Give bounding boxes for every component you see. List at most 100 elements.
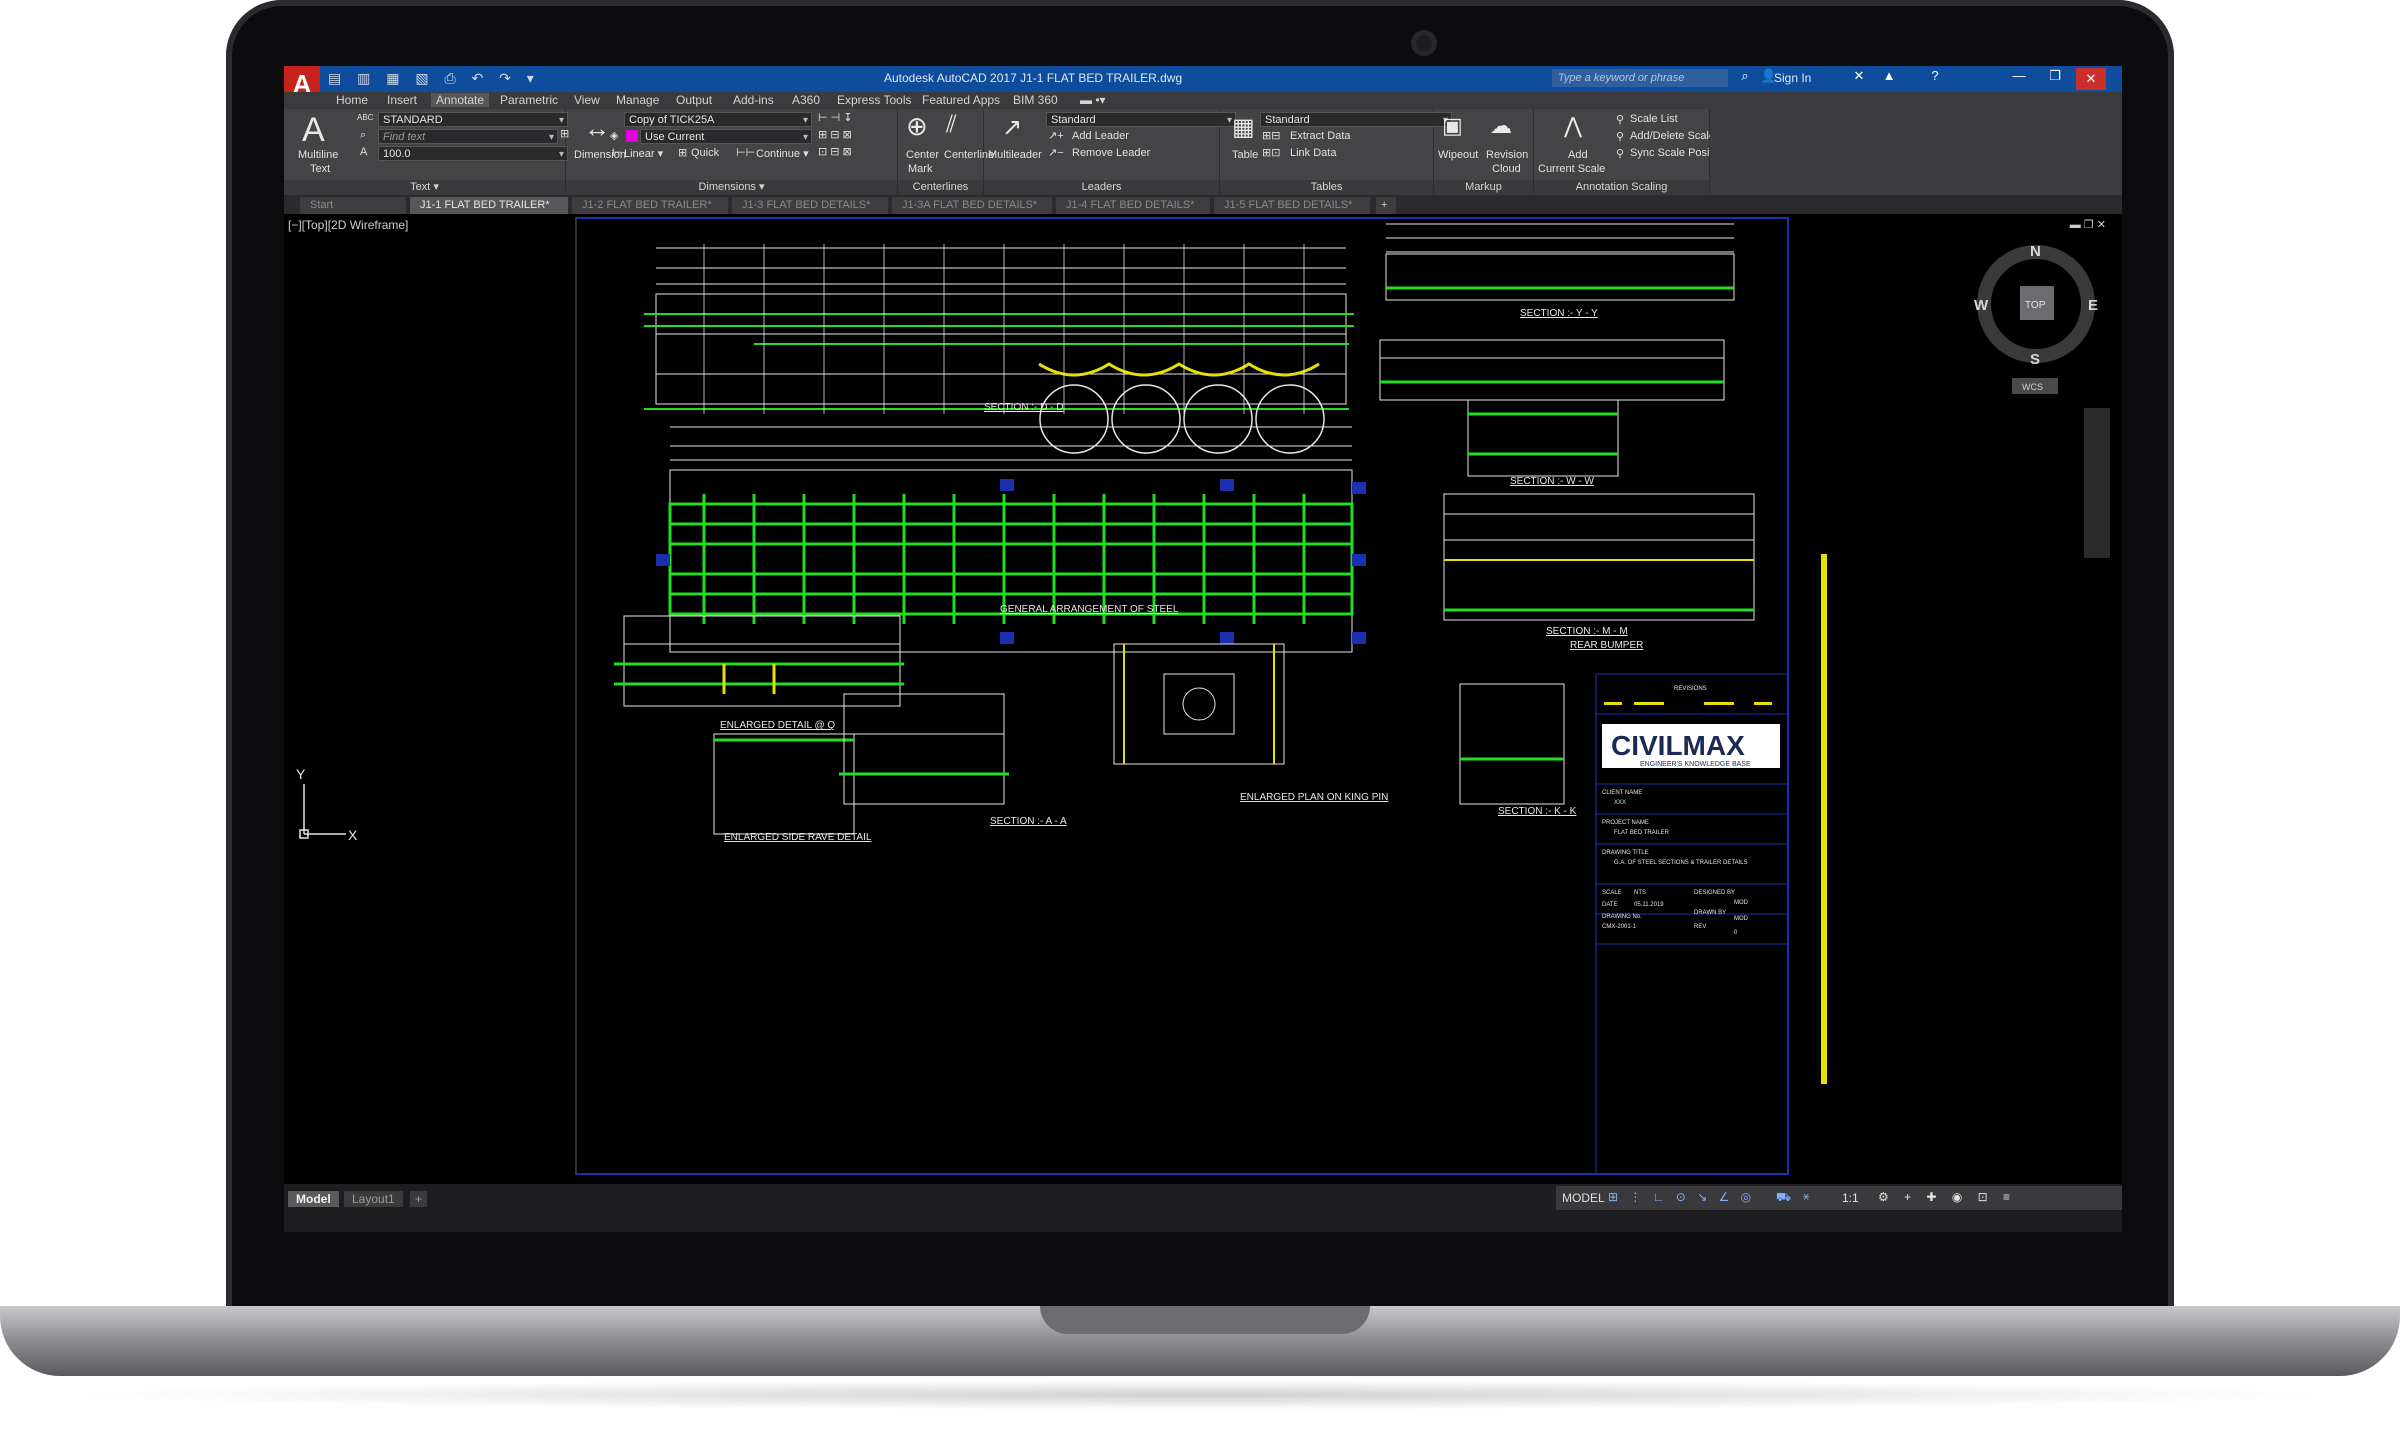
multileader-icon[interactable]: ↗ <box>1002 113 1022 142</box>
search-input[interactable]: Type a keyword or phrase <box>1552 69 1728 87</box>
close-button[interactable]: ✕ <box>2076 68 2106 90</box>
tab-a360[interactable]: A360 <box>792 93 820 107</box>
viewcube-e: E <box>2088 297 2098 314</box>
label-section-aa: SECTION :- A - A <box>990 816 1067 827</box>
viewcube-top: TOP <box>2025 300 2046 311</box>
sync-scale-icon: ⚲ <box>1616 148 1625 160</box>
drawing-viewport[interactable]: [−][Top][2D Wireframe] ▬ ❐ ✕ CIVILMAX EN… <box>284 214 2122 1184</box>
multiline-label[interactable]: Multiline <box>298 149 338 161</box>
quick-button[interactable]: Quick <box>691 147 719 159</box>
revision-cloud-icon[interactable]: ☁ <box>1490 113 1512 139</box>
quick-access-toolbar[interactable]: ▤ ▥ ▦ ▧ ⎙ ↶ ↷ ▾ <box>328 70 540 87</box>
center-mark-icon[interactable]: ⊕ <box>906 111 928 142</box>
multiline-text-icon[interactable]: A <box>302 111 325 150</box>
king-pin-view <box>1113 643 1285 765</box>
center-label[interactable]: Center <box>906 149 939 161</box>
help-icon[interactable]: ? <box>1920 68 1950 83</box>
restore-button[interactable]: ❐ <box>2040 68 2070 84</box>
text-style-select[interactable]: STANDARD <box>378 112 568 128</box>
dimensions-panel-title[interactable]: Dimensions ▾ <box>566 180 897 195</box>
layer-color-swatch <box>626 130 638 142</box>
tab-home[interactable]: Home <box>336 93 368 107</box>
doc-tab-start[interactable]: Start <box>300 197 406 214</box>
add-layout-button[interactable]: + <box>410 1191 428 1207</box>
enlarged-side-rave <box>713 733 855 835</box>
leader-style-select[interactable]: Standard <box>1046 112 1236 128</box>
text-label[interactable]: Text <box>310 163 330 175</box>
dim-tools-icons[interactable]: ⊢ ⊣ ↧ <box>818 111 853 124</box>
continue-icon: ⊢⊢ <box>736 147 756 159</box>
mark-label[interactable]: Mark <box>908 163 932 175</box>
dimension-layer-select[interactable]: Use Current <box>640 129 812 145</box>
annotation-scale[interactable]: 1:1 <box>1842 1191 1859 1205</box>
dimensions-panel: ↔ Dimension Copy of TICK25A ⊢ ⊣ ↧ ◈ Use … <box>566 109 898 195</box>
tab-express-tools[interactable]: Express Tools <box>837 93 911 107</box>
tab-insert[interactable]: Insert <box>387 93 417 107</box>
ribbon-toggle-icon[interactable]: ▬ •▾ <box>1080 93 1106 107</box>
doc-tab-j1-4[interactable]: J1-4 FLAT BED DETAILS* <box>1056 197 1210 214</box>
add-delete-scales-button[interactable]: Add/Delete Scales <box>1630 130 1721 142</box>
label-section-dd: SECTION :- D - D <box>984 402 1063 413</box>
tab-annotate[interactable]: Annotate <box>431 93 490 107</box>
continue-button[interactable]: Continue ▾ <box>756 147 809 160</box>
dimension-icon[interactable]: ↔ <box>584 113 610 144</box>
centerline-icon[interactable]: ⫽ <box>946 111 957 139</box>
revision-label[interactable]: Revision <box>1486 149 1528 161</box>
viewcube-w: W <box>1974 297 1989 314</box>
label-enlarged-side: ENLARGED SIDE RAVE DETAIL <box>724 832 872 843</box>
dim-more-icons[interactable]: ⊡ ⊟ ⊠ <box>818 145 852 158</box>
status-tools[interactable]: ⚙ + ✚ ◉ ⊡ ≡ <box>1878 1190 2016 1204</box>
tab-featured-apps[interactable]: Featured Apps <box>922 93 1000 107</box>
annotation-toggles[interactable]: ⛟ ⚹ <box>1776 1190 1814 1206</box>
model-space-button[interactable]: MODEL <box>1562 1191 1605 1205</box>
extract-data-button[interactable]: Extract Data <box>1290 130 1351 142</box>
minimize-button[interactable]: — <box>2004 68 2034 83</box>
table-style-select[interactable]: Standard <box>1260 112 1452 128</box>
find-text-input[interactable]: Find text <box>378 129 558 145</box>
tab-view[interactable]: View <box>574 93 600 107</box>
layout1-tab[interactable]: Layout1 <box>344 1191 403 1207</box>
add-scale-icon[interactable]: ⋀ <box>1564 113 1582 139</box>
ribbon-tabs: Home Insert Annotate Parametric View Man… <box>284 92 2122 109</box>
add-leader-icon: ↗+ <box>1048 130 1064 142</box>
doc-tab-j1-5[interactable]: J1-5 FLAT BED DETAILS* <box>1214 197 1370 214</box>
drafting-toggles[interactable]: ⊞ ⋮ ∟ ⊙ ↘ ∠ ◎ <box>1608 1190 1755 1204</box>
wcs-label: WCS <box>2022 382 2043 392</box>
centerlines-panel-title: Centerlines <box>898 180 983 195</box>
text-panel-title[interactable]: Text ▾ <box>284 180 565 195</box>
doc-tab-j1-3a[interactable]: J1-3A FLAT BED DETAILS* <box>892 197 1052 214</box>
link-data-button[interactable]: Link Data <box>1290 147 1336 159</box>
multileader-label[interactable]: Multileader <box>988 149 1042 161</box>
remove-leader-button[interactable]: Remove Leader <box>1072 147 1150 159</box>
enlarged-detail-q <box>623 615 901 707</box>
table-label[interactable]: Table <box>1232 149 1258 161</box>
current-scale-label[interactable]: Current Scale <box>1538 163 1605 175</box>
wipeout-icon[interactable]: ▣ <box>1442 113 1463 139</box>
table-icon[interactable]: ▦ <box>1232 113 1255 142</box>
scale-list-button[interactable]: Scale List <box>1630 113 1678 125</box>
doc-tab-j1-2[interactable]: J1-2 FLAT BED TRAILER* <box>572 197 728 214</box>
dim-edit-icons[interactable]: ⊞ ⊟ ⊠ <box>818 128 852 141</box>
doc-tab-j1-3[interactable]: J1-3 FLAT BED DETAILS* <box>732 197 888 214</box>
designed-label: DESIGNED BY <box>1694 890 1735 896</box>
tab-bim-360[interactable]: BIM 360 <box>1013 93 1058 107</box>
tab-add-ins[interactable]: Add-ins <box>733 93 774 107</box>
doc-tab-j1-1[interactable]: J1-1 FLAT BED TRAILER* <box>410 197 568 214</box>
sign-in-button[interactable]: Sign In <box>1774 71 1811 85</box>
revision-marks <box>1604 702 1772 705</box>
autocad-window: A ▤ ▥ ▦ ▧ ⎙ ↶ ↷ ▾ Autodesk AutoCAD 2017 … <box>284 66 2122 1232</box>
add-leader-button[interactable]: Add Leader <box>1072 130 1129 142</box>
add-label[interactable]: Add <box>1568 149 1588 161</box>
text-height-select[interactable]: 100.0 <box>378 146 568 162</box>
linear-button[interactable]: Linear ▾ <box>624 147 663 160</box>
tab-manage[interactable]: Manage <box>616 93 659 107</box>
wipeout-label[interactable]: Wipeout <box>1438 149 1478 161</box>
new-tab-button[interactable]: + <box>1376 197 1396 214</box>
model-tab[interactable]: Model <box>288 1191 339 1207</box>
a360-icon[interactable]: ▲ <box>1874 68 1904 83</box>
tab-parametric[interactable]: Parametric <box>500 93 558 107</box>
tab-output[interactable]: Output <box>676 93 712 107</box>
exchange-icon[interactable]: ✕ <box>1844 68 1874 84</box>
dimension-style-select[interactable]: Copy of TICK25A <box>624 112 812 128</box>
cloud-label[interactable]: Cloud <box>1492 163 1521 175</box>
